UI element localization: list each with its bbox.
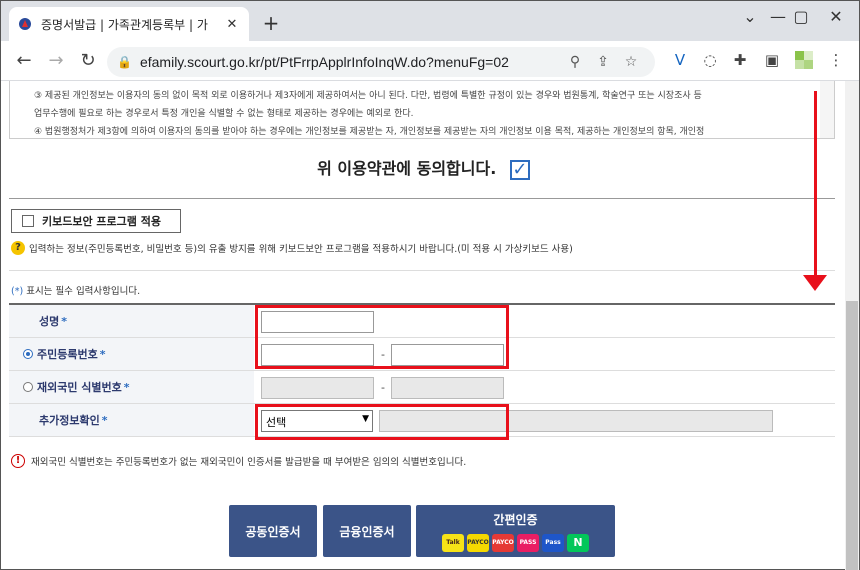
foreign-front-input[interactable]	[261, 377, 374, 399]
warning-text: 재외국민 식별번호는 주민등록번호가 없는 재외국민이 인증서를 발급받을 때 …	[31, 457, 467, 468]
lock-icon[interactable]: 🔒	[117, 55, 132, 69]
page-scrollbar-thumb[interactable]	[846, 301, 858, 570]
extension-mouse-icon[interactable]: ◌	[699, 51, 721, 69]
zoom-icon[interactable]: ⚲	[561, 54, 589, 70]
exclamation-icon: !	[11, 454, 25, 468]
kakao-talk-logo-icon: Talk	[442, 533, 464, 552]
naver-logo-icon: N	[567, 533, 589, 552]
rrn-radio[interactable]	[23, 349, 33, 359]
minimize-icon[interactable]: —	[766, 7, 790, 26]
highlight-box-name-rrn	[255, 305, 509, 369]
foreign-back-input[interactable]	[391, 377, 504, 399]
url-text[interactable]: efamily.scourt.go.kr/pt/PtFrrpApplrInfoI…	[140, 54, 561, 70]
keyboard-info-text: 입력하는 정보(주민등록번호, 비밀번호 등)의 유출 방지를 위해 키보드보안…	[29, 244, 573, 255]
pass-logo-icon: PASS	[517, 533, 539, 552]
terms-line: 업무수행에 필요로 하는 경우로서 특정 개인을 식별할 수 없는 형태로 제공…	[34, 109, 414, 119]
highlight-box-extra	[255, 404, 509, 440]
reload-icon[interactable]: ↻	[77, 50, 99, 71]
agree-checkbox[interactable]: ✓	[509, 159, 530, 180]
profile-avatar[interactable]	[793, 51, 815, 73]
side-panel-icon[interactable]: ▣	[761, 51, 783, 69]
divider	[9, 198, 835, 199]
maximize-icon[interactable]: ▢	[789, 7, 813, 26]
forward-icon[interactable]: →	[45, 50, 67, 71]
finance-cert-button[interactable]: 금융인증서	[323, 505, 411, 557]
extensions-puzzle-icon[interactable]: ✚	[729, 51, 751, 69]
back-icon[interactable]: ←	[13, 50, 35, 71]
question-icon: ?	[11, 241, 25, 255]
required-star: (*)	[11, 286, 24, 297]
rrn-label[interactable]: 주민등록번호 *	[9, 338, 254, 370]
page-content: ③ 제공된 개인정보는 이용자의 동의 없이 목적 외로 이용하거나 제3자에게…	[1, 81, 859, 570]
easy-auth-label: 간편인증	[493, 512, 538, 527]
address-bar[interactable]: 🔒 efamily.scourt.go.kr/pt/PtFrrpApplrInf…	[107, 47, 655, 77]
menu-kebab-icon[interactable]: ⋮	[825, 51, 847, 69]
agree-row: 위 이용약관에 동의합니다. ✓	[1, 155, 846, 180]
foreign-label[interactable]: 재외국민 식별번호 *	[9, 371, 254, 403]
close-window-icon[interactable]: ✕	[824, 7, 848, 26]
chevron-down-icon[interactable]: ⌄	[738, 7, 762, 26]
terms-box[interactable]: ③ 제공된 개인정보는 이용자의 동의 없이 목적 외로 이용하거나 제3자에게…	[9, 81, 835, 139]
tab-close-icon[interactable]: ✕	[223, 17, 241, 32]
terms-line: ④ 법원행정처가 제3항에 의하여 이용자의 동의를 받아야 하는 경우에는 개…	[34, 127, 705, 137]
terms-scrollbar[interactable]	[820, 81, 834, 138]
terms-line: ③ 제공된 개인정보는 이용자의 동의 없이 목적 외로 이용하거나 제3자에게…	[34, 91, 702, 101]
browser-tab[interactable]: 증명서발급 | 가족관계등록부 | 가 ✕	[9, 7, 249, 41]
checkbox-icon	[22, 215, 34, 227]
required-note-text: 표시는 필수 입력사항입니다.	[26, 286, 141, 297]
annotation-arrow-head-icon	[803, 275, 827, 291]
tab-strip: 증명서발급 | 가족관계등록부 | 가 ✕ + ⌄ — ▢ ✕	[1, 1, 859, 41]
easy-auth-button[interactable]: 간편인증 Talk PAYCO PAYCO PASS Pass N	[416, 505, 615, 557]
payco-logo-icon: PAYCO	[492, 533, 514, 552]
extension-v-icon[interactable]: V	[669, 51, 691, 69]
court-favicon-icon	[17, 16, 33, 32]
divider	[9, 270, 835, 271]
joint-cert-button[interactable]: 공동인증서	[229, 505, 317, 557]
extra-label: 추가정보확인 *	[9, 404, 254, 436]
foreign-dash: -	[381, 381, 385, 394]
payco-yellow-logo-icon: PAYCO	[467, 533, 489, 552]
required-note: (*) 표시는 필수 입력사항입니다.	[11, 283, 140, 297]
form-row-foreign: 재외국민 식별번호 * -	[9, 371, 835, 404]
agree-label: 위 이용약관에 동의합니다.	[317, 159, 497, 178]
annotation-arrow-line	[814, 91, 817, 276]
keyboard-security-button[interactable]: 키보드보안 프로그램 적용	[11, 209, 181, 233]
bookmark-star-icon[interactable]: ☆	[617, 54, 645, 70]
share-icon[interactable]: ⇪	[589, 54, 617, 70]
new-tab-icon[interactable]: +	[259, 11, 283, 35]
browser-toolbar: ← → ↻ 🔒 efamily.scourt.go.kr/pt/PtFrrpAp…	[1, 41, 859, 81]
name-label: 성명 *	[9, 305, 254, 337]
pass-blue-logo-icon: Pass	[542, 533, 564, 552]
keyboard-info: ? 입력하는 정보(주민등록번호, 비밀번호 등)의 유출 방지를 위해 키보드…	[11, 241, 573, 255]
foreign-radio[interactable]	[23, 382, 33, 392]
keyboard-security-label: 키보드보안 프로그램 적용	[42, 215, 161, 228]
foreign-id-warning: ! 재외국민 식별번호는 주민등록번호가 없는 재외국민이 인증서를 발급받을 …	[11, 454, 466, 468]
tab-title: 증명서발급 | 가족관계등록부 | 가	[41, 17, 208, 32]
